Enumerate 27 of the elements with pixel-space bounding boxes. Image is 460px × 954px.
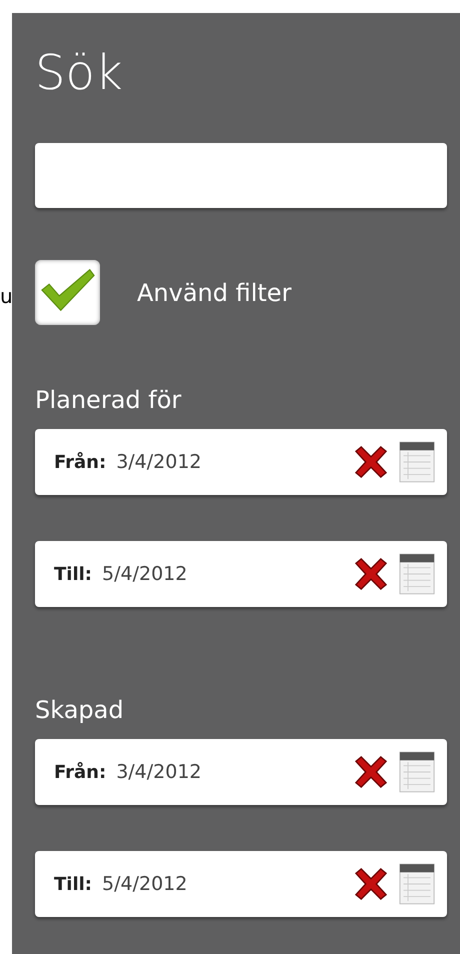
filter-checkbox[interactable] <box>35 260 100 325</box>
date-value: 5/4/2012 <box>102 873 188 895</box>
date-label: Till: <box>54 564 92 584</box>
clear-icon[interactable] <box>353 446 389 478</box>
calendar-icon[interactable] <box>399 750 435 794</box>
section-heading: Planerad för <box>35 385 182 415</box>
date-field[interactable]: Från: 3/4/2012 <box>35 429 447 495</box>
panel-title: Sök <box>35 45 124 101</box>
calendar-icon[interactable] <box>399 862 435 906</box>
date-label: Till: <box>54 874 92 894</box>
date-value: 3/4/2012 <box>116 451 203 473</box>
date-field[interactable]: Till: 5/4/2012 <box>35 851 447 917</box>
clear-icon[interactable] <box>353 868 389 900</box>
section-heading: Skapad <box>35 695 125 725</box>
search-field[interactable] <box>35 143 447 208</box>
calendar-icon[interactable] <box>399 552 435 596</box>
cut-off-text: u <box>0 285 12 307</box>
clear-icon[interactable] <box>353 558 389 590</box>
date-field[interactable]: Till: 5/4/2012 <box>35 541 447 607</box>
date-label: Från: <box>54 452 106 472</box>
filter-label: Använd filter <box>137 278 292 306</box>
date-value: 3/4/2012 <box>116 761 203 783</box>
clear-icon[interactable] <box>353 756 389 788</box>
date-label: Från: <box>54 762 106 782</box>
date-field[interactable]: Från: 3/4/2012 <box>35 739 447 805</box>
calendar-icon[interactable] <box>399 440 435 484</box>
date-value: 5/4/2012 <box>102 563 188 585</box>
